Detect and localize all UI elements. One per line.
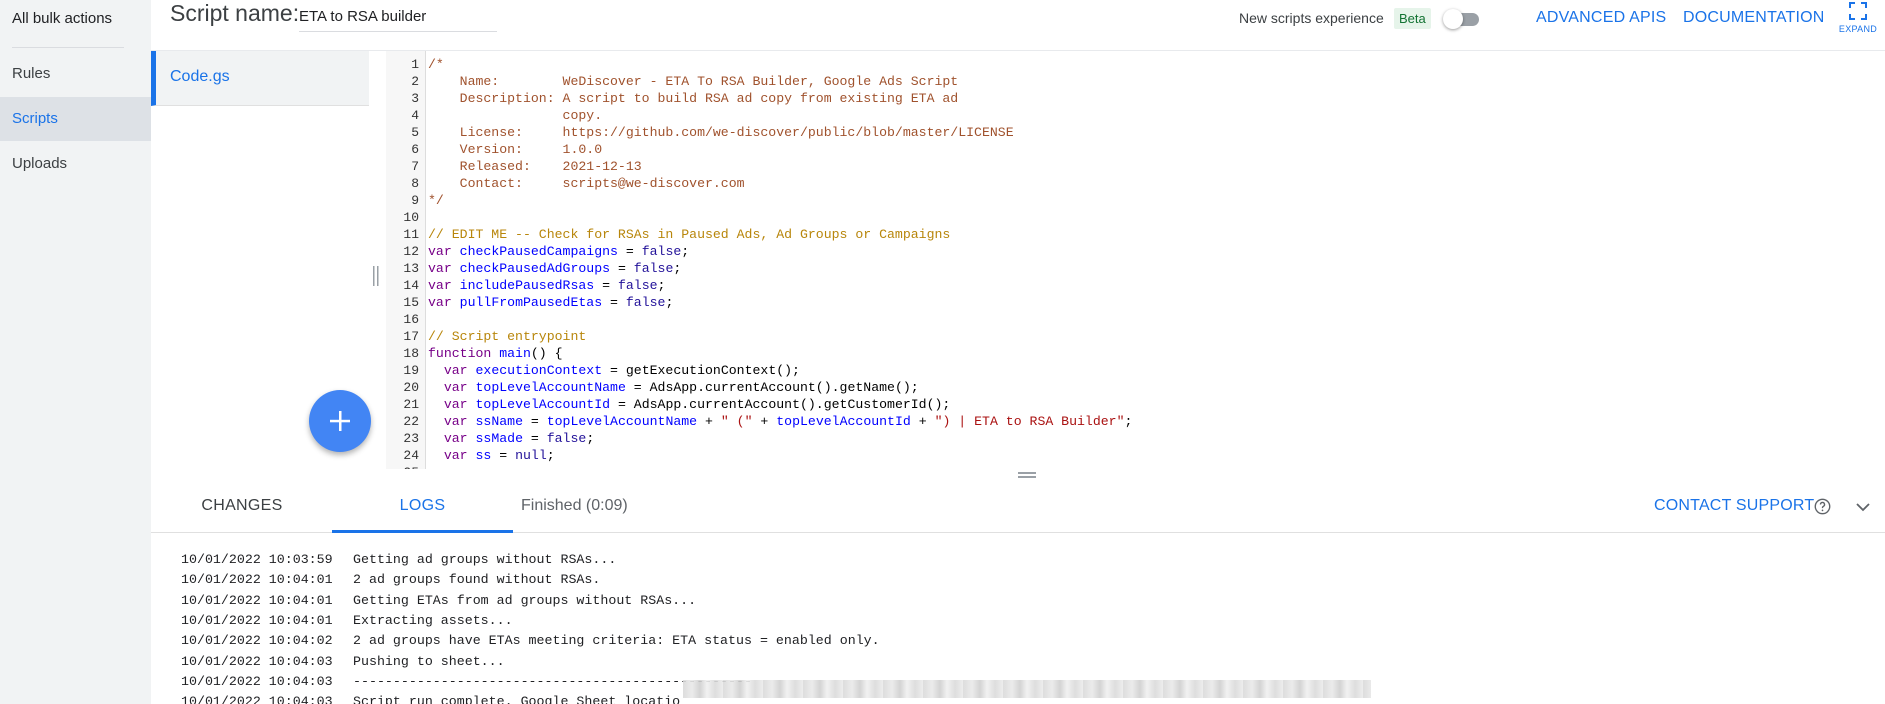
code-line: License: https://github.com/we-discover/… xyxy=(428,125,1014,140)
code-line: var ss = null; xyxy=(443,448,555,463)
code-line: Contact: scripts@we-discover.com xyxy=(428,176,745,191)
line-number: 15 xyxy=(403,295,419,310)
line-number: 18 xyxy=(403,346,419,361)
code-line: function main() { xyxy=(428,346,563,361)
line-number: 19 xyxy=(403,363,419,378)
line-number: 24 xyxy=(403,448,419,463)
line-number: 6 xyxy=(411,142,419,157)
vertical-splitter-handle[interactable] xyxy=(372,266,382,286)
log-timestamp: 10/01/2022 10:04:02 xyxy=(181,633,333,649)
nav-item-rules[interactable]: Rules xyxy=(0,52,151,96)
log-message: 2 ad groups have ETAs meeting criteria: … xyxy=(353,633,880,649)
toggle-thumb xyxy=(1443,9,1463,29)
code-editor[interactable]: 1234567891011121314151617181920212223242… xyxy=(386,51,1885,469)
script-name-label: Script name: xyxy=(170,0,300,26)
line-number: 8 xyxy=(411,176,419,191)
documentation-button[interactable]: DOCUMENTATION xyxy=(1683,9,1825,27)
nav-divider xyxy=(12,47,124,48)
log-message: Getting ad groups without RSAs... xyxy=(353,552,617,567)
line-number: 5 xyxy=(411,125,419,140)
nav-item-uploads[interactable]: Uploads xyxy=(0,142,151,186)
code-line: var ssMade = false; xyxy=(443,431,595,446)
tab-changes[interactable]: CHANGES xyxy=(151,480,333,533)
drag-handle-bar xyxy=(1018,472,1036,474)
redacted-url-blur xyxy=(683,680,1371,698)
add-file-button[interactable] xyxy=(309,390,371,452)
line-number: 3 xyxy=(411,91,419,106)
line-number: 11 xyxy=(403,227,419,242)
log-message: Pushing to sheet... xyxy=(353,653,505,669)
file-item-code-gs[interactable]: Code.gs xyxy=(151,51,369,106)
code-line: Released: 2021-12-13 xyxy=(428,159,642,174)
nav-item-scripts[interactable]: Scripts xyxy=(0,97,151,141)
log-timestamp: 10/01/2022 10:04:01 xyxy=(181,572,333,588)
new-experience-label: New scripts experience xyxy=(1239,10,1384,26)
line-number: 10 xyxy=(403,210,419,225)
code-line: Version: 1.0.0 xyxy=(428,142,603,157)
horizontal-splitter-handle[interactable] xyxy=(1018,472,1036,480)
line-number: 12 xyxy=(403,244,419,259)
code-line: copy. xyxy=(428,108,603,123)
line-number: 2 xyxy=(411,74,419,89)
beta-badge: Beta xyxy=(1394,8,1431,29)
expand-label: EXPAND xyxy=(1838,24,1878,34)
line-number: 13 xyxy=(403,261,419,276)
fullscreen-icon xyxy=(1849,2,1867,20)
code-line: var topLevelAccountId = AdsApp.currentAc… xyxy=(443,397,951,412)
code-line: Description: A script to build RSA ad co… xyxy=(428,91,959,106)
line-number: 1 xyxy=(411,57,419,72)
line-number: 17 xyxy=(403,329,419,344)
nav-all-bulk-actions[interactable]: All bulk actions xyxy=(12,10,112,27)
left-nav: All bulk actions Rules Scripts Uploads xyxy=(0,0,151,704)
line-number: 7 xyxy=(411,159,419,174)
contact-support-button[interactable]: CONTACT SUPPORT xyxy=(1654,480,1814,532)
code-line: var includePausedRsas = false; xyxy=(428,278,666,293)
log-message: Script run complete. Google Sheet locati… xyxy=(353,694,681,704)
code-line: var topLevelAccountName = AdsApp.current… xyxy=(443,380,919,395)
line-number: 23 xyxy=(403,431,419,446)
line-number: 14 xyxy=(403,278,419,293)
code-line: var ssName = topLevelAccountName + " (" … xyxy=(443,414,1133,429)
log-message: Getting ETAs from ad groups without RSAs… xyxy=(353,592,697,608)
code-line: // EDIT ME -- Check for RSAs in Paused A… xyxy=(428,227,951,242)
chevron-down-icon[interactable] xyxy=(1855,499,1871,515)
line-number: 25 xyxy=(403,464,419,469)
code-line: var checkPausedCampaigns = false; xyxy=(428,244,690,259)
run-status: Finished (0:09) xyxy=(521,497,628,514)
code-line: /* xyxy=(428,57,444,72)
drag-handle-bar xyxy=(1018,476,1036,478)
log-timestamp: 10/01/2022 10:04:03 xyxy=(181,694,333,704)
new-experience-toggle[interactable] xyxy=(1443,9,1479,29)
code-line: var executionContext = getExecutionConte… xyxy=(443,363,800,378)
code-line: // Script entrypoint xyxy=(428,329,587,344)
log-message: Extracting assets... xyxy=(353,612,513,628)
drag-handle-icon xyxy=(373,266,379,286)
line-number: 20 xyxy=(403,380,419,395)
script-header: Script name: New scripts experience Beta… xyxy=(151,0,1885,51)
bottom-panel-tabs: CHANGES LOGS Finished (0:09) CONTACT SUP… xyxy=(151,480,1885,533)
line-number-gutter: 1234567891011121314151617181920212223242… xyxy=(386,51,426,469)
plus-icon xyxy=(330,411,350,431)
code-line: */ xyxy=(428,193,444,208)
help-icon[interactable] xyxy=(1814,498,1831,515)
code-line: var checkPausedAdGroups = false; xyxy=(428,261,682,276)
code-line: Name: WeDiscover - ETA To RSA Builder, G… xyxy=(428,74,959,89)
log-message: 2 ad groups found without RSAs. xyxy=(353,572,601,588)
line-number: 9 xyxy=(411,193,419,208)
tab-logs[interactable]: LOGS xyxy=(332,480,513,533)
expand-button[interactable]: EXPAND xyxy=(1836,0,1880,42)
advanced-apis-button[interactable]: ADVANCED APIS xyxy=(1536,9,1666,27)
script-name-input[interactable] xyxy=(299,2,497,32)
log-timestamp: 10/01/2022 10:04:01 xyxy=(181,612,333,628)
line-number: 22 xyxy=(403,414,419,429)
log-timestamp: 10/01/2022 10:03:59 xyxy=(181,552,333,567)
log-timestamp: 10/01/2022 10:04:03 xyxy=(181,673,333,689)
log-timestamp: 10/01/2022 10:04:03 xyxy=(181,653,333,669)
code-line: var pullFromPausedEtas = false; xyxy=(428,295,674,310)
logs-panel: 10/01/2022 10:03:59 Getting ad groups wit… xyxy=(151,534,1885,704)
line-number: 16 xyxy=(403,312,419,327)
log-timestamp: 10/01/2022 10:04:01 xyxy=(181,592,333,608)
line-number: 4 xyxy=(411,108,419,123)
line-number: 21 xyxy=(403,397,419,412)
